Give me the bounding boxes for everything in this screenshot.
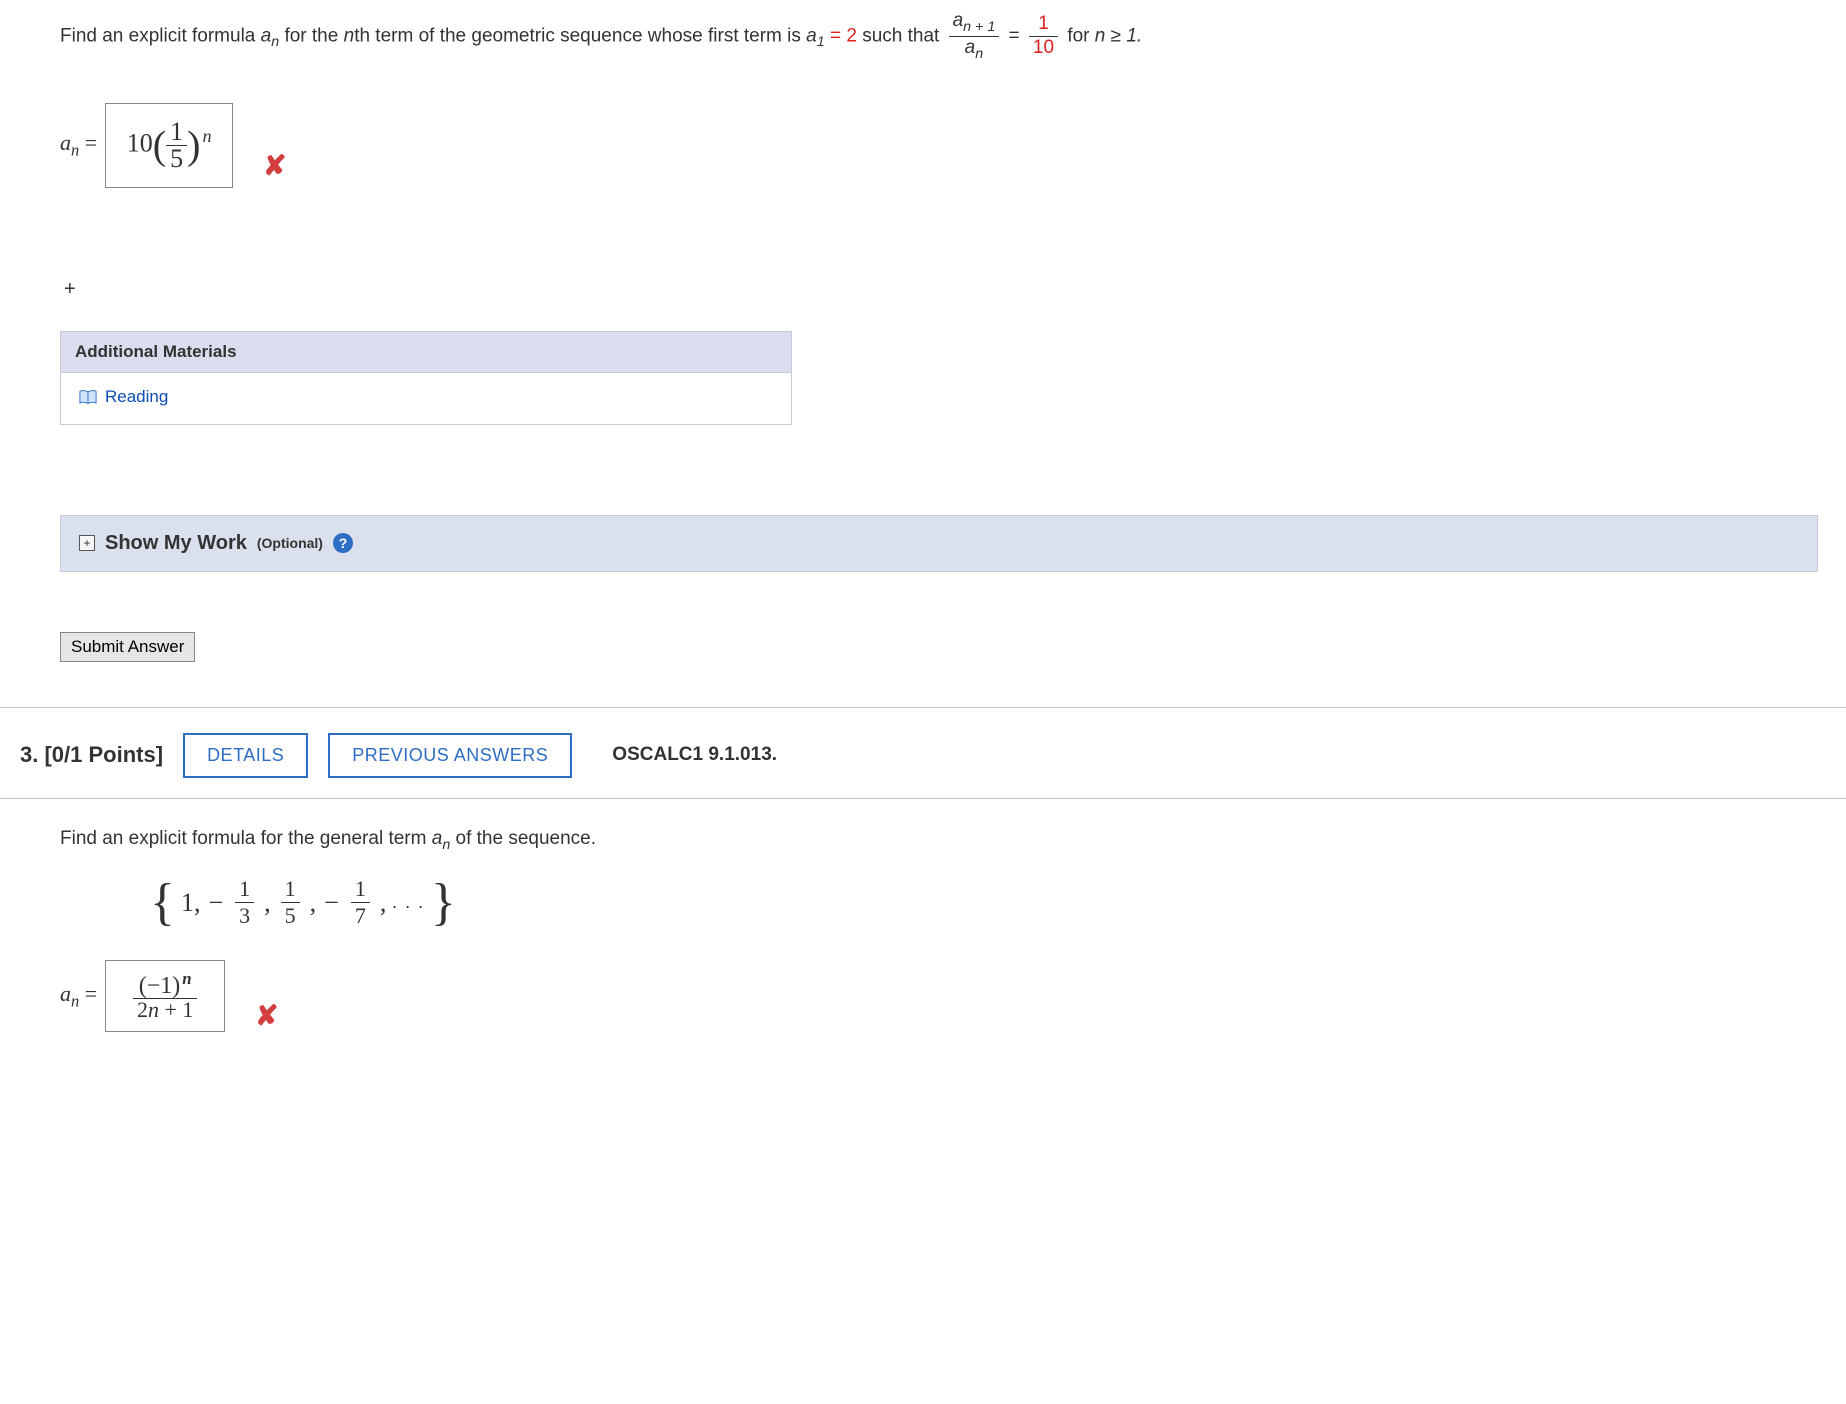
sub-n: n (271, 34, 279, 50)
den: 5 (281, 903, 300, 929)
source-label: OSCALC1 9.1.013. (612, 744, 777, 766)
a1-value: = 2 (830, 25, 857, 46)
var-n: n (148, 997, 159, 1022)
text: Find an explicit formula (60, 25, 261, 46)
var-a: a (806, 25, 817, 46)
eq-sign: = (79, 130, 97, 155)
den: 7 (351, 903, 370, 929)
text: th term of the geometric sequence whose … (354, 25, 806, 46)
text: for (1067, 25, 1094, 46)
text: such that (862, 25, 944, 46)
var-a: a (432, 828, 443, 849)
points: [0/1 Points] (44, 742, 163, 767)
sub-n: n (975, 46, 983, 62)
num: 3. (20, 742, 38, 767)
term2: 13 (235, 876, 254, 929)
den: 10 (1029, 37, 1058, 60)
details-button[interactable]: DETAILS (183, 733, 308, 778)
text: for the (284, 25, 343, 46)
sub-n: n (442, 837, 450, 853)
var-n: n (344, 25, 355, 46)
submit-button[interactable]: Submit Answer (60, 632, 195, 662)
show-work-label: Show My Work (105, 532, 247, 555)
question-number: 3. [0/1 Points] (20, 742, 163, 768)
eq-sign: = (79, 981, 97, 1006)
den: 3 (235, 903, 254, 929)
ratio-value: 1 10 (1029, 13, 1058, 60)
reading-label: Reading (105, 387, 168, 407)
base: (−1) (139, 973, 181, 999)
coef: 10 (127, 128, 153, 157)
term3: 15 (281, 876, 300, 929)
var-a: a (60, 981, 71, 1006)
coef2: 2 (137, 997, 148, 1022)
var-a: a (965, 37, 976, 58)
exp-n: n (200, 126, 211, 146)
question-header: 3. [0/1 Points] DETAILS PREVIOUS ANSWERS… (20, 708, 1786, 798)
var-a: a (953, 10, 964, 31)
text: of the sequence. (456, 828, 597, 849)
text: Find an explicit formula for the general… (60, 828, 432, 849)
expand-icon: + (79, 535, 95, 551)
num: 1 (235, 876, 254, 903)
ratio-fraction: an + 1 an (949, 10, 1000, 63)
help-icon[interactable]: ? (333, 533, 353, 553)
question-prompt: Find an explicit formula for the general… (60, 824, 1786, 857)
sequence-display: { 1, − 13, 15, − 17, . . . } (150, 876, 1786, 929)
answer-lhs: an = (60, 130, 97, 160)
n-condition: n ≥ 1. (1095, 25, 1142, 46)
book-icon (79, 390, 97, 404)
sub-n: n (71, 991, 79, 1010)
answer-input[interactable]: 10( 1 5 )n (105, 103, 233, 188)
var-a: a (60, 130, 71, 155)
incorrect-icon: ✘ (263, 149, 286, 182)
previous-answers-button[interactable]: PREVIOUS ANSWERS (328, 733, 572, 778)
answer-fraction: 1 5 (166, 119, 187, 172)
var-a: a (261, 25, 272, 46)
answer-input[interactable]: (−1)n 2n + 1 (105, 960, 225, 1032)
question-prompt: Find an explicit formula an for the nth … (60, 10, 1786, 63)
sub-1: 1 (817, 34, 825, 50)
num: 1 (351, 876, 370, 903)
answer-lhs: an = (60, 981, 97, 1011)
sub-nplus1: n + 1 (963, 19, 995, 35)
term4: 17 (351, 876, 370, 929)
materials-header: Additional Materials (61, 332, 791, 373)
show-my-work-panel[interactable]: + Show My Work (Optional) ? (60, 515, 1818, 572)
plus1: + 1 (159, 997, 193, 1022)
answer-fraction: (−1)n 2n + 1 (133, 971, 197, 1021)
num: 1 (1029, 13, 1058, 37)
reading-link[interactable]: Reading (79, 387, 168, 407)
sub-n: n (71, 140, 79, 159)
term1: 1, (181, 888, 201, 918)
num: 1 (281, 876, 300, 903)
optional-label: (Optional) (257, 535, 323, 551)
den: 5 (166, 146, 187, 172)
additional-materials: Additional Materials Reading (60, 331, 792, 425)
num: 1 (166, 119, 187, 146)
exp-n: n (180, 969, 191, 988)
dots: . . . (392, 892, 425, 913)
tutorial-link[interactable]: + (60, 278, 1786, 301)
incorrect-icon: ✘ (255, 999, 278, 1032)
eq-sign: = (1009, 25, 1025, 46)
